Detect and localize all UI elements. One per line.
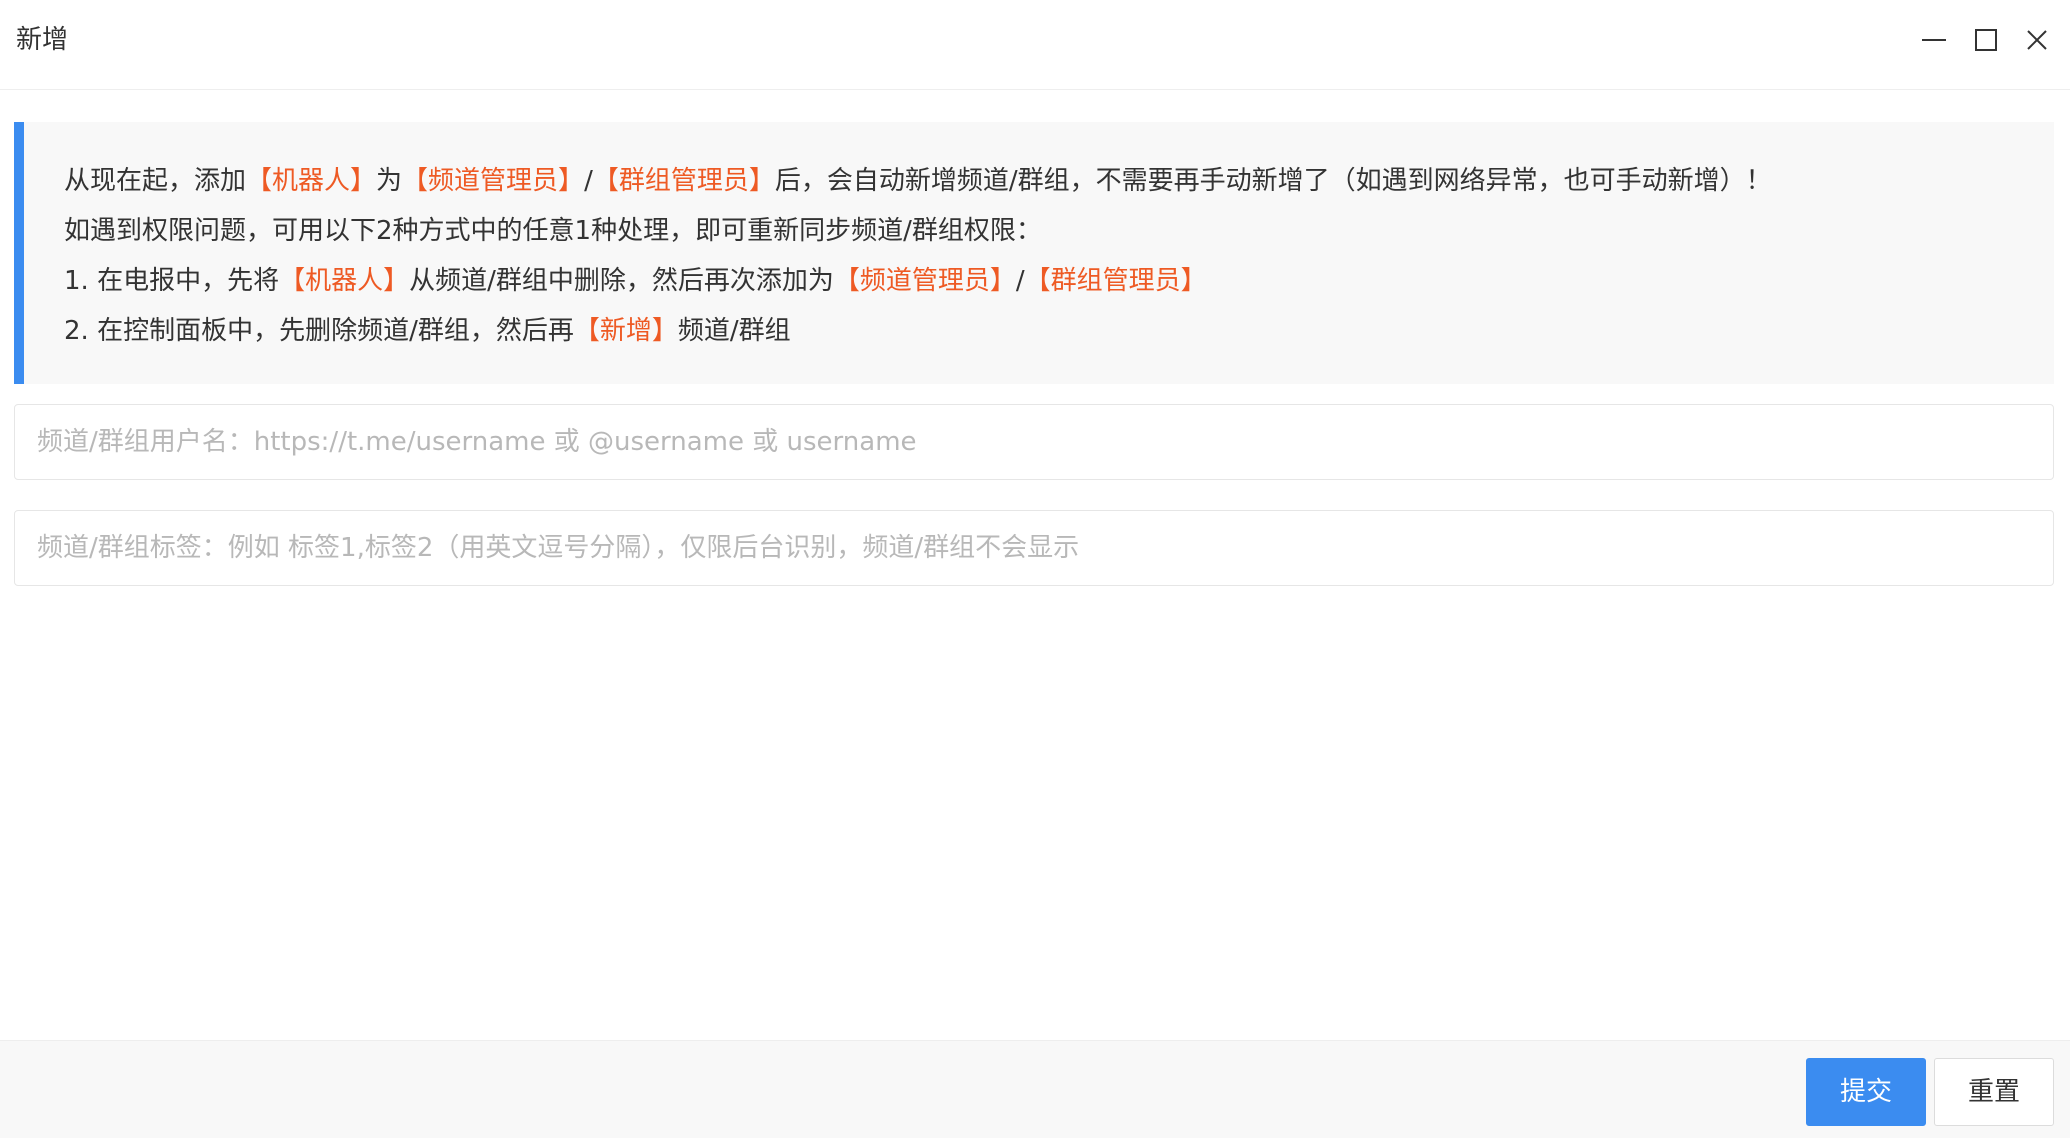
notice-line-2: 如遇到权限问题，可用以下2种方式中的任意1种处理，即可重新同步频道/群组权限： [64, 206, 2054, 256]
dialog-titlebar: 新增 [0, 0, 2070, 90]
notice-text: / [1015, 266, 1025, 296]
close-icon [2027, 30, 2047, 50]
notice-line-3: 1. 在电报中，先将【机器人】从频道/群组中删除，然后再次添加为【频道管理员】/… [64, 256, 2054, 306]
notice-text: 2. 在控制面板中，先删除频道/群组，然后再 [64, 316, 574, 346]
notice-text: 如遇到权限问题，可用以下2种方式中的任意1种处理，即可重新同步频道/群组权限： [64, 216, 1042, 246]
highlight-group-admin: 【群组管理员】 [592, 166, 775, 196]
tags-field [14, 510, 2054, 586]
reset-button[interactable]: 重置 [1934, 1058, 2054, 1126]
notice-line-4: 2. 在控制面板中，先删除频道/群组，然后再【新增】频道/群组 [64, 306, 2054, 356]
notice-text: 从现在起，添加 [64, 166, 247, 196]
submit-button[interactable]: 提交 [1806, 1058, 1926, 1126]
notice-text: 后，会自动新增频道/群组，不需要再手动新增了（如遇到网络异常，也可手动新增）！ [774, 166, 1772, 196]
notice-text: 频道/群组 [677, 316, 791, 346]
minimize-button[interactable] [1914, 20, 1954, 60]
notice-line-1: 从现在起，添加【机器人】为【频道管理员】/【群组管理员】后，会自动新增频道/群组… [64, 156, 2054, 206]
highlight-add: 【新增】 [573, 316, 678, 346]
username-field [14, 404, 2054, 480]
username-input[interactable] [15, 405, 2053, 479]
minimize-icon [1922, 39, 1946, 41]
highlight-robot: 【机器人】 [279, 266, 410, 296]
highlight-channel-admin: 【频道管理员】 [402, 166, 585, 196]
notice-box: 从现在起，添加【机器人】为【频道管理员】/【群组管理员】后，会自动新增频道/群组… [14, 122, 2054, 384]
tags-input[interactable] [15, 511, 2053, 585]
highlight-group-admin: 【群组管理员】 [1024, 266, 1207, 296]
notice-text: 1. 在电报中，先将 [64, 266, 280, 296]
notice-text: 为 [376, 166, 403, 196]
maximize-icon [1975, 29, 1997, 51]
close-button[interactable] [2017, 20, 2057, 60]
notice-text: 从频道/群组中删除，然后再次添加为 [409, 266, 834, 296]
dialog-title: 新增 [16, 25, 69, 55]
maximize-button[interactable] [1966, 20, 2006, 60]
notice-text: / [584, 166, 593, 196]
dialog-footer: 提交 重置 [0, 1040, 2070, 1138]
highlight-robot: 【机器人】 [246, 166, 377, 196]
highlight-channel-admin: 【频道管理员】 [833, 266, 1016, 296]
